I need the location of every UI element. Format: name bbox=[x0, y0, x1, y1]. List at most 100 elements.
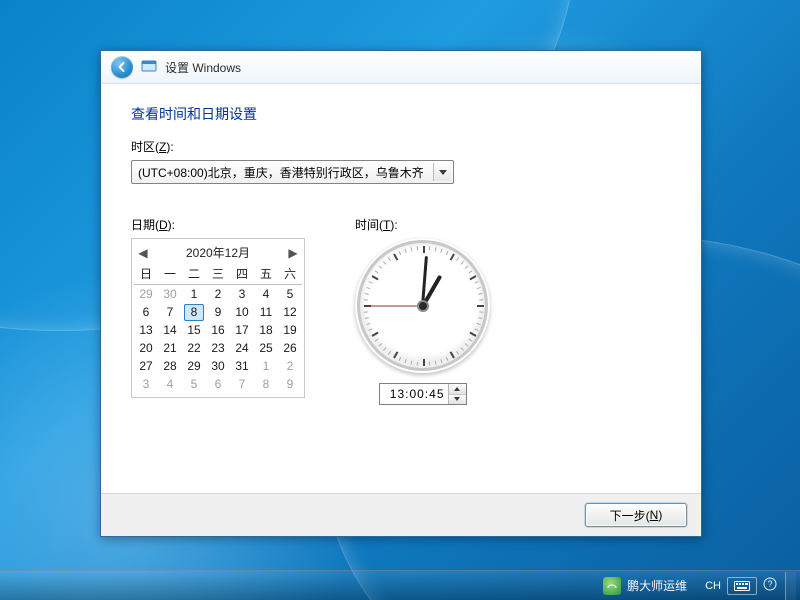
calendar-day[interactable]: 8 bbox=[182, 303, 206, 321]
calendar-day[interactable]: 5 bbox=[182, 375, 206, 393]
calendar-day[interactable]: 4 bbox=[254, 285, 278, 304]
clock-tick bbox=[404, 359, 406, 363]
calendar-dow: 日 bbox=[134, 264, 158, 285]
calendar-day[interactable]: 27 bbox=[134, 357, 158, 375]
calendar-day[interactable]: 13 bbox=[134, 321, 158, 339]
clock-tick bbox=[416, 361, 417, 365]
clock-tick bbox=[393, 253, 398, 260]
calendar-day[interactable]: 7 bbox=[158, 303, 182, 321]
clock-tick bbox=[479, 299, 483, 300]
clock-tick bbox=[378, 265, 382, 268]
time-value[interactable]: 13:00:45 bbox=[380, 387, 448, 401]
calendar-dow: 一 bbox=[158, 264, 182, 285]
language-indicator[interactable]: CH bbox=[705, 580, 721, 592]
calendar-day[interactable]: 1 bbox=[182, 285, 206, 304]
calendar-day[interactable]: 23 bbox=[206, 339, 230, 357]
clock-tick bbox=[445, 250, 448, 254]
clock-tick bbox=[368, 328, 372, 331]
watermark-avatar-icon bbox=[603, 577, 621, 595]
clock-tick bbox=[449, 253, 454, 260]
desktop-background: 设置 Windows 查看时间和日期设置 时区(Z): (UTC+08:00)北… bbox=[0, 0, 800, 600]
calendar-day[interactable]: 2 bbox=[278, 357, 302, 375]
time-spinner-up[interactable] bbox=[449, 384, 466, 394]
clock-tick bbox=[374, 270, 378, 273]
calendar-day[interactable]: 2 bbox=[206, 285, 230, 304]
time-spinner-down[interactable] bbox=[449, 394, 466, 405]
calendar-day[interactable]: 22 bbox=[182, 339, 206, 357]
time-column: 时间(T): 13:00:45 bbox=[355, 212, 490, 405]
timezone-dropdown[interactable]: (UTC+08:00)北京，重庆，香港特别行政区，乌鲁木齐 bbox=[131, 160, 454, 184]
calendar-day[interactable]: 17 bbox=[230, 321, 254, 339]
calendar-day[interactable]: 19 bbox=[278, 321, 302, 339]
calendar-day[interactable]: 16 bbox=[206, 321, 230, 339]
calendar-day[interactable]: 11 bbox=[254, 303, 278, 321]
calendar-day[interactable]: 5 bbox=[278, 285, 302, 304]
calendar-day[interactable]: 9 bbox=[278, 375, 302, 393]
calendar-day[interactable]: 3 bbox=[230, 285, 254, 304]
calendar-day[interactable]: 4 bbox=[158, 375, 182, 393]
calendar-dow: 四 bbox=[230, 264, 254, 285]
calendar-day[interactable]: 29 bbox=[134, 285, 158, 304]
calendar-day[interactable]: 6 bbox=[206, 375, 230, 393]
clock-tick bbox=[460, 347, 463, 351]
clock-tick bbox=[440, 359, 442, 363]
keyboard-indicator-icon[interactable] bbox=[727, 577, 757, 595]
calendar-day[interactable]: 8 bbox=[254, 375, 278, 393]
calendar-day[interactable]: 14 bbox=[158, 321, 182, 339]
next-button[interactable]: 下一步(N) bbox=[585, 503, 687, 527]
calendar-day[interactable]: 25 bbox=[254, 339, 278, 357]
clock-tick bbox=[469, 331, 476, 336]
calendar-day[interactable]: 15 bbox=[182, 321, 206, 339]
calendar-day[interactable]: 9 bbox=[206, 303, 230, 321]
calendar-day[interactable]: 12 bbox=[278, 303, 302, 321]
calendar-day[interactable]: 10 bbox=[230, 303, 254, 321]
calendar-day[interactable]: 20 bbox=[134, 339, 158, 357]
clock-tick bbox=[456, 257, 459, 261]
calendar[interactable]: ◀ 2020年12月 ▶ 日一二三四五六 2930123456789101112… bbox=[131, 238, 305, 398]
calendar-dow: 二 bbox=[182, 264, 206, 285]
calendar-day[interactable]: 28 bbox=[158, 357, 182, 375]
calendar-day[interactable]: 1 bbox=[254, 357, 278, 375]
clock-tick bbox=[469, 275, 476, 280]
calendar-day[interactable]: 18 bbox=[254, 321, 278, 339]
setup-dialog: 设置 Windows 查看时间和日期设置 时区(Z): (UTC+08:00)北… bbox=[100, 50, 702, 537]
analog-clock bbox=[355, 238, 490, 373]
clock-tick bbox=[363, 299, 367, 300]
clock-tick bbox=[476, 322, 480, 324]
calendar-day[interactable]: 30 bbox=[158, 285, 182, 304]
date-label: 日期(D): bbox=[131, 216, 305, 233]
windows-setup-icon bbox=[141, 59, 157, 75]
time-spinner[interactable]: 13:00:45 bbox=[379, 383, 467, 405]
clock-tick bbox=[378, 343, 382, 346]
calendar-next-month[interactable]: ▶ bbox=[286, 246, 300, 260]
clock-tick bbox=[398, 250, 401, 254]
back-button[interactable] bbox=[111, 56, 133, 78]
calendar-dow: 六 bbox=[278, 264, 302, 285]
watermark: 鹏大师运维 bbox=[603, 577, 687, 595]
clock-tick bbox=[428, 361, 429, 365]
show-desktop-button[interactable] bbox=[785, 572, 796, 600]
calendar-day[interactable]: 24 bbox=[230, 339, 254, 357]
calendar-month-title[interactable]: 2020年12月 bbox=[186, 244, 250, 261]
clock-tick bbox=[434, 360, 436, 364]
calendar-day[interactable]: 30 bbox=[206, 357, 230, 375]
calendar-day[interactable]: 31 bbox=[230, 357, 254, 375]
calendar-day[interactable]: 3 bbox=[134, 375, 158, 393]
dropdown-toggle[interactable] bbox=[433, 163, 451, 181]
system-tray[interactable]: CH ? bbox=[705, 577, 777, 595]
clock-tick bbox=[382, 261, 385, 265]
calendar-day[interactable]: 29 bbox=[182, 357, 206, 375]
calendar-day[interactable]: 7 bbox=[230, 375, 254, 393]
calendar-day[interactable]: 26 bbox=[278, 339, 302, 357]
calendar-prev-month[interactable]: ◀ bbox=[136, 246, 150, 260]
clock-tick bbox=[464, 343, 468, 346]
timezone-label: 时区(Z): bbox=[131, 138, 671, 155]
dialog-body: 查看时间和日期设置 时区(Z): (UTC+08:00)北京，重庆，香港特别行政… bbox=[101, 84, 701, 493]
clock-tick bbox=[404, 248, 406, 252]
clock-tick bbox=[374, 338, 378, 341]
clock-tick bbox=[468, 270, 472, 273]
help-icon[interactable]: ? bbox=[763, 577, 777, 594]
clock-center-pin bbox=[419, 302, 427, 310]
calendar-day[interactable]: 6 bbox=[134, 303, 158, 321]
calendar-day[interactable]: 21 bbox=[158, 339, 182, 357]
